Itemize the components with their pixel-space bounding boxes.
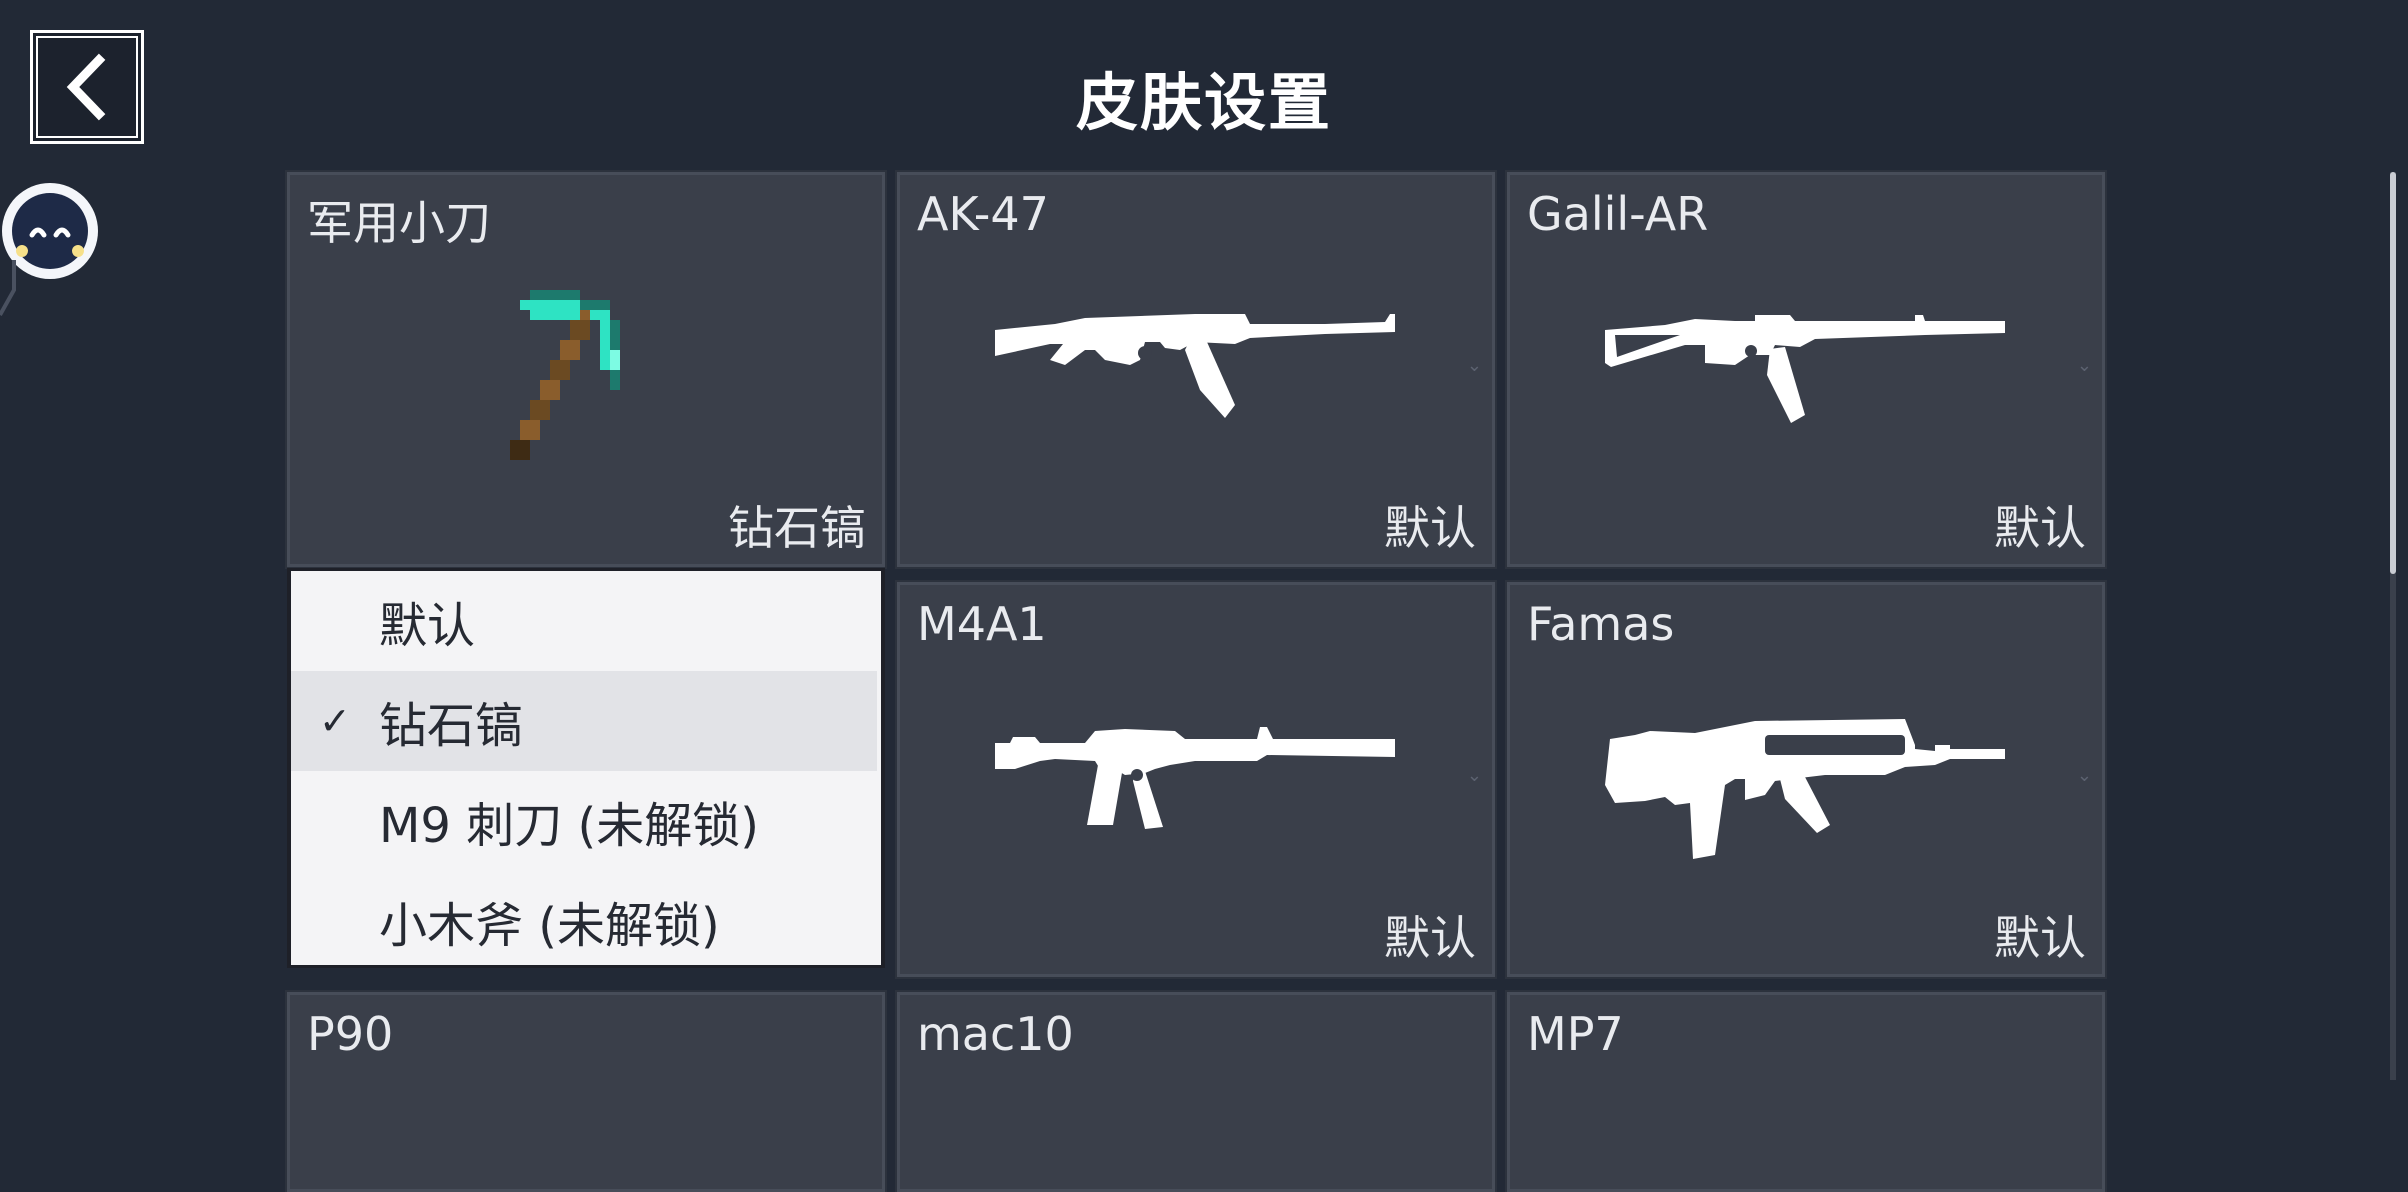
skin-option[interactable]: M9 刺刀 (未解锁) [291,771,877,871]
skin-value: 默认 [1384,911,1476,965]
assistant-avatar[interactable] [2,183,98,279]
m4a1-silhouette-icon [995,727,1395,829]
skin-value: 钻石镐 [728,501,866,555]
chevron-down-icon: ⌄ [2076,355,2092,376]
skin-option-label: M9 刺刀 (未解锁) [379,798,759,854]
weapon-card-knife[interactable]: 军用小刀 钻石镐 [285,170,887,569]
weapon-name: MP7 [1527,1007,1624,1061]
diamond-pickaxe-icon [510,290,620,460]
weapon-name: Famas [1527,597,1675,651]
chevron-down-icon: ⌄ [1466,355,1482,376]
chevron-down-icon: ⌄ [1466,765,1482,786]
robot-face-icon [12,193,88,269]
avatar-tail-decoration [0,260,16,316]
weapon-name: M4A1 [917,597,1047,651]
chevron-left-icon [66,53,106,121]
galil-silhouette-icon [1605,315,2005,423]
weapon-name: mac10 [917,1007,1074,1061]
skin-option[interactable]: 小木斧 (未解锁) [291,871,877,971]
weapon-card-ak47[interactable]: AK-47 ⌄ 默认 [895,170,1497,569]
skin-select-dropdown[interactable]: 默认 ✓ 钻石镐 M9 刺刀 (未解锁) 小木斧 (未解锁) [287,568,885,968]
ak47-silhouette-icon [995,314,1395,418]
weapon-card-mp7[interactable]: MP7 [1505,990,2107,1192]
weapon-card-galil[interactable]: Galil-AR ⌄ 默认 [1505,170,2107,569]
famas-silhouette-icon [1605,719,2005,859]
skin-value: 默认 [1384,501,1476,555]
skin-option-label: 默认 [379,598,476,654]
skin-option-label: 钻石镐 [379,698,524,754]
scrollbar-thumb[interactable] [2390,172,2396,574]
skin-value: 默认 [1994,911,2086,965]
weapon-card-m4a1[interactable]: M4A1 ⌄ 默认 [895,580,1497,979]
weapon-card-famas[interactable]: Famas ⌄ 默认 [1505,580,2107,979]
weapon-name: P90 [307,1007,394,1061]
skin-option[interactable]: 默认 [291,571,877,671]
weapon-card-p90[interactable]: P90 [285,990,887,1192]
weapon-name: Galil-AR [1527,187,1709,241]
weapon-card-mac10[interactable]: mac10 [895,990,1497,1192]
chevron-down-icon: ⌄ [2076,765,2092,786]
check-icon: ✓ [319,699,351,743]
weapon-name: 军用小刀 [307,196,491,250]
weapon-name: AK-47 [917,187,1049,241]
skin-option-selected[interactable]: ✓ 钻石镐 [291,671,877,771]
page-title: 皮肤设置 [1075,66,1332,139]
skin-option-label: 小木斧 (未解锁) [379,898,720,954]
skin-value: 默认 [1994,501,2086,555]
